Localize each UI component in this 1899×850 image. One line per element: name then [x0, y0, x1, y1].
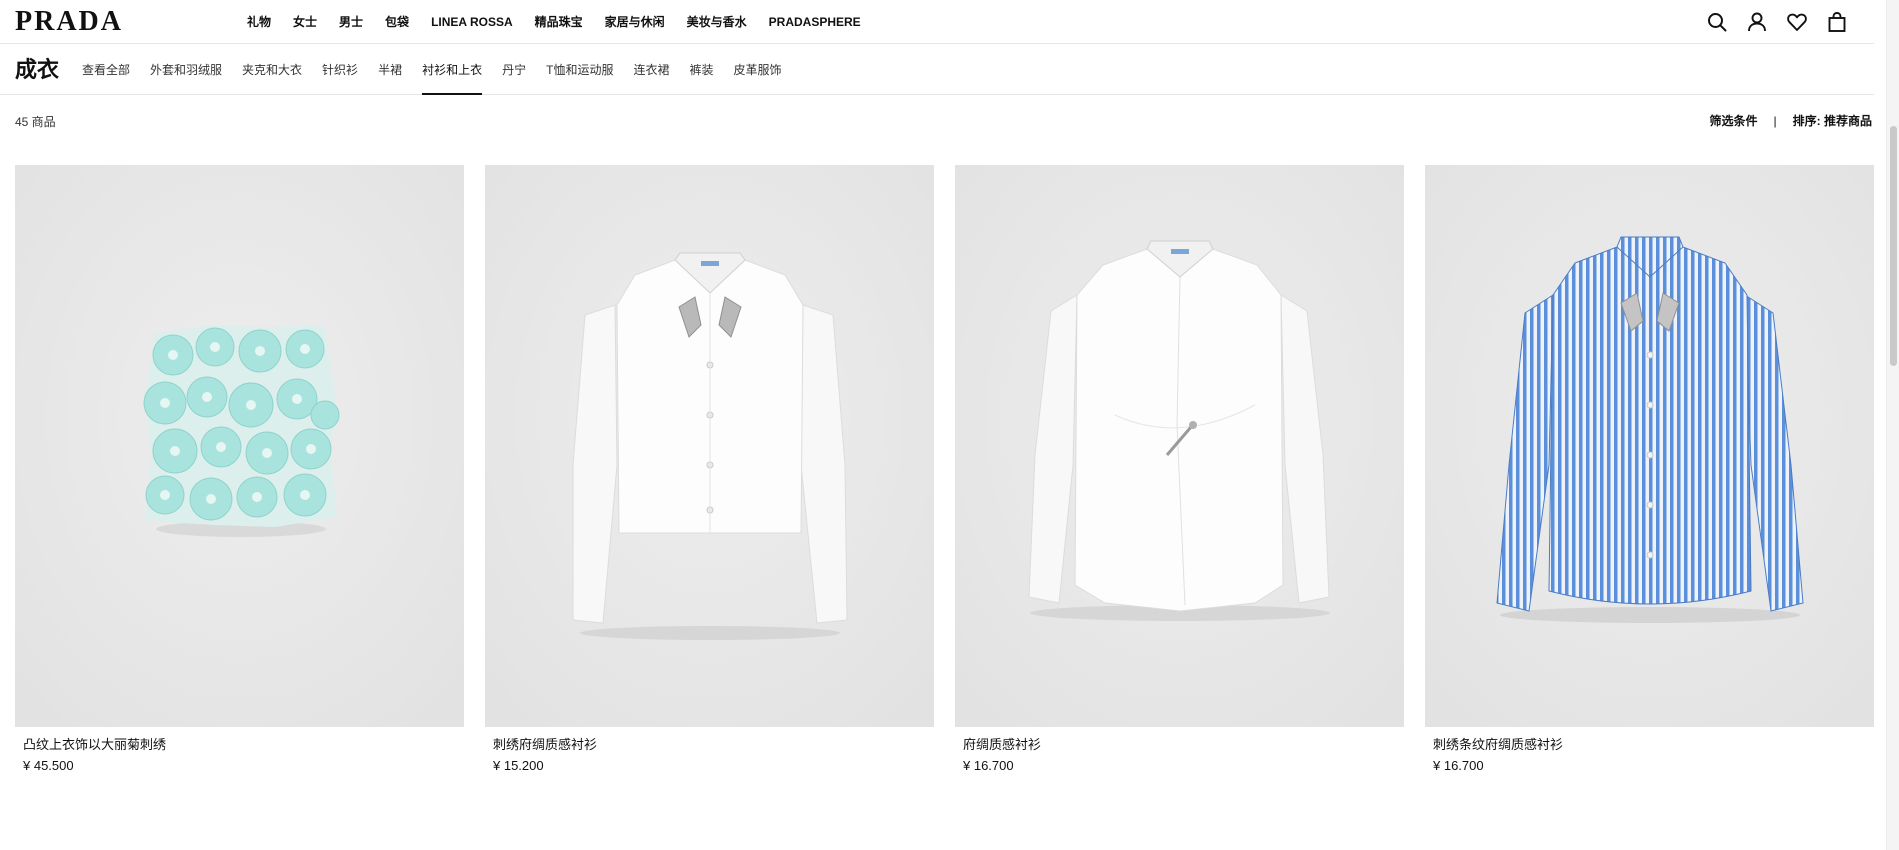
- product-price: ¥ 15.200: [493, 758, 544, 773]
- subnav-knitwear[interactable]: 针织衫: [322, 45, 358, 95]
- product-name[interactable]: 刺绣条纹府绸质感衬衫: [1433, 736, 1874, 754]
- prada-logo[interactable]: PRADA: [15, 8, 123, 36]
- nav-item-bags[interactable]: 包袋: [385, 15, 409, 29]
- nav-item-linea-rossa[interactable]: LINEA ROSSA: [431, 15, 513, 29]
- subnav-outerwear[interactable]: 外套和羽绒服: [150, 45, 222, 95]
- subnav-shirts-tops[interactable]: 衬衫和上衣: [422, 45, 483, 95]
- product-image-blue-striped-shirt[interactable]: [1425, 165, 1874, 727]
- product-name[interactable]: 府绸质感衬衫: [963, 736, 1404, 754]
- category-bar: 成衣 查看全部 外套和羽绒服 夹克和大衣 针织衫 半裙 衬衫和上衣 丹宁 T恤和…: [0, 45, 1874, 95]
- product-price: ¥ 16.700: [963, 758, 1014, 773]
- nav-item-gifts[interactable]: 礼物: [247, 15, 271, 29]
- filter-button[interactable]: 筛选条件: [1710, 112, 1758, 129]
- product-card[interactable]: 刺绣府绸质感衬衫 ¥ 15.200: [485, 165, 934, 774]
- search-icon[interactable]: [1706, 11, 1728, 33]
- site-header: PRADA 礼物 女士 男士 包袋 LINEA ROSSA 精品珠宝 家居与休闲…: [0, 0, 1874, 44]
- subnav-dresses[interactable]: 连衣裙: [633, 45, 669, 95]
- nav-item-pradasphere[interactable]: PRADASPHERE: [769, 15, 861, 29]
- controls-separator: |: [1773, 113, 1777, 128]
- subnav-leather[interactable]: 皮革服饰: [733, 45, 781, 95]
- nav-item-men[interactable]: 男士: [339, 15, 363, 29]
- product-image-mint-floral-top[interactable]: [15, 165, 464, 727]
- product-price: ¥ 16.700: [1433, 758, 1484, 773]
- result-count: 45 商品: [15, 115, 56, 129]
- main-nav: 礼物 女士 男士 包袋 LINEA ROSSA 精品珠宝 家居与休闲 美妆与香水…: [247, 15, 883, 29]
- result-controls: 筛选条件 | 排序: 推荐商品: [1710, 112, 1872, 129]
- page-title: 成衣: [15, 57, 60, 82]
- account-icon[interactable]: [1746, 11, 1768, 33]
- scrollbar-thumb[interactable]: [1890, 126, 1897, 366]
- nav-item-home-leisure[interactable]: 家居与休闲: [605, 15, 665, 29]
- sort-button[interactable]: 排序: 推荐商品: [1793, 112, 1872, 129]
- shopping-bag-icon[interactable]: [1826, 11, 1848, 33]
- nav-item-women[interactable]: 女士: [293, 15, 317, 29]
- header-icons: [1706, 11, 1848, 33]
- product-price: ¥ 45.500: [23, 758, 74, 773]
- product-name[interactable]: 刺绣府绸质感衬衫: [493, 736, 934, 754]
- product-image-white-cropped-shirt[interactable]: [485, 165, 934, 727]
- nav-item-beauty[interactable]: 美妆与香水: [687, 15, 747, 29]
- category-subnav: 查看全部 外套和羽绒服 夹克和大衣 针织衫 半裙 衬衫和上衣 丹宁 T恤和运动服…: [82, 45, 802, 95]
- product-image-white-draped-shirt[interactable]: [955, 165, 1404, 727]
- product-card[interactable]: 凸纹上衣饰以大丽菊刺绣 ¥ 45.500: [15, 165, 464, 774]
- product-card[interactable]: 刺绣条纹府绸质感衬衫 ¥ 16.700: [1425, 165, 1874, 774]
- product-grid: 凸纹上衣饰以大丽菊刺绣 ¥ 45.500 刺绣府绸质感衬衫 ¥ 15.200 府…: [15, 165, 1874, 774]
- subnav-jackets-coats[interactable]: 夹克和大衣: [242, 45, 302, 95]
- product-name[interactable]: 凸纹上衣饰以大丽菊刺绣: [23, 736, 464, 754]
- subnav-view-all[interactable]: 查看全部: [82, 45, 130, 95]
- wishlist-heart-icon[interactable]: [1786, 11, 1808, 33]
- nav-item-jewelry[interactable]: 精品珠宝: [535, 15, 583, 29]
- page-scrollbar[interactable]: [1886, 0, 1899, 850]
- subnav-pants[interactable]: 裤装: [689, 45, 713, 95]
- subnav-denim[interactable]: 丹宁: [502, 45, 526, 95]
- subnav-skirts[interactable]: 半裙: [378, 45, 402, 95]
- subnav-tshirts-sweatshirts[interactable]: T恤和运动服: [546, 45, 613, 95]
- product-card[interactable]: 府绸质感衬衫 ¥ 16.700: [955, 165, 1404, 774]
